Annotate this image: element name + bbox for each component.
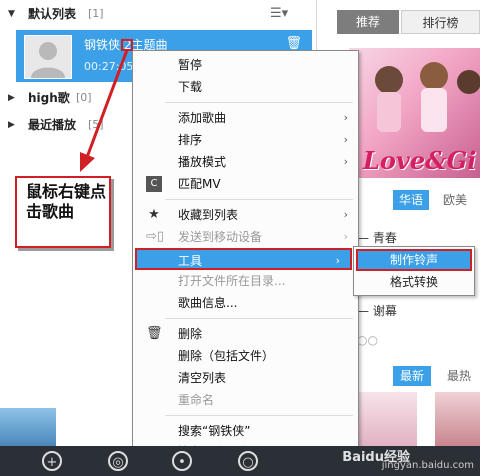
settings-icon[interactable]: ○ bbox=[238, 451, 258, 471]
locate-icon[interactable]: ◎ bbox=[108, 451, 128, 471]
annotation-box: 鼠标右键点击歌曲 bbox=[15, 176, 111, 248]
bottom-toolbar: + ◎ • ○ Baidu经验 jingyan.baidu.com bbox=[0, 446, 480, 476]
watermark-url: jingyan.baidu.com bbox=[381, 460, 474, 471]
add-icon[interactable]: + bbox=[42, 451, 62, 471]
more-icon[interactable]: • bbox=[172, 451, 192, 471]
annotation-text: 鼠标右键点击歌曲 bbox=[26, 182, 107, 221]
